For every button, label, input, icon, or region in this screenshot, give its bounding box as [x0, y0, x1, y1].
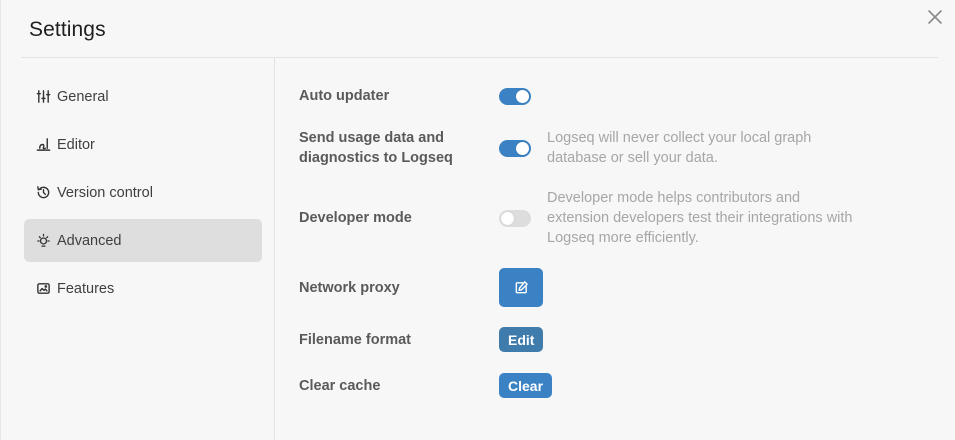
- auto-updater-label: Auto updater: [299, 88, 390, 104]
- settings-sidebar: General Editor Version control Advanced: [24, 75, 262, 315]
- filename-format-label: Filename format: [299, 332, 411, 348]
- sidebar-item-version-control[interactable]: Version control: [24, 171, 262, 214]
- network-proxy-edit-button[interactable]: [499, 268, 543, 307]
- usage-data-label-line1: Send usage data and: [299, 130, 445, 146]
- close-icon: [928, 10, 942, 24]
- clear-cache-button[interactable]: Clear: [499, 373, 553, 398]
- usage-data-desc-line2: database or sell your data.: [547, 150, 718, 166]
- header-divider: [21, 57, 938, 58]
- toggle-knob: [516, 142, 529, 155]
- usage-data-desc-line1: Logseq will never collect your local gra…: [547, 130, 812, 146]
- sidebar-item-label: Features: [57, 280, 115, 297]
- close-button[interactable]: [924, 6, 946, 28]
- usage-data-description: Logseq will never collect your local gra…: [547, 128, 887, 168]
- developer-mode-desc-line2: extension developers test their integrat…: [547, 210, 853, 226]
- usage-data-label-line2: diagnostics to Logseq: [299, 150, 453, 166]
- auto-updater-toggle[interactable]: [499, 88, 531, 105]
- usage-data-toggle[interactable]: [499, 140, 531, 157]
- filename-format-edit-button[interactable]: Edit: [499, 327, 544, 352]
- clear-cache-label: Clear cache: [299, 378, 381, 394]
- usage-data-label: Send usage data and diagnostics to Logse…: [299, 128, 453, 168]
- sidebar-item-editor[interactable]: Editor: [24, 123, 262, 166]
- bulb-icon: [35, 233, 51, 249]
- edit-icon: [515, 281, 528, 294]
- toggle-knob: [501, 212, 514, 225]
- dialog-title: Settings: [29, 18, 106, 41]
- developer-mode-desc-line3: Logseq more efficiently.: [547, 230, 699, 246]
- toggle-knob: [516, 90, 529, 103]
- sliders-icon: [35, 89, 51, 105]
- history-icon: [35, 185, 51, 201]
- window-edge: [0, 0, 1, 440]
- developer-mode-toggle[interactable]: [499, 210, 531, 227]
- developer-mode-label: Developer mode: [299, 210, 412, 226]
- writing-icon: [35, 137, 51, 153]
- sidebar-divider: [274, 58, 275, 440]
- sidebar-item-advanced[interactable]: Advanced: [24, 219, 262, 262]
- sidebar-item-features[interactable]: Features: [24, 267, 262, 310]
- sidebar-item-label: Advanced: [57, 232, 122, 249]
- sidebar-item-label: Version control: [57, 184, 153, 201]
- app-window-icon: [35, 281, 51, 297]
- sidebar-item-label: General: [57, 88, 109, 105]
- sidebar-item-general[interactable]: General: [24, 75, 262, 118]
- developer-mode-desc-line1: Developer mode helps contributors and: [547, 190, 801, 206]
- developer-mode-description: Developer mode helps contributors and ex…: [547, 188, 887, 248]
- network-proxy-label: Network proxy: [299, 280, 400, 296]
- sidebar-item-label: Editor: [57, 136, 95, 153]
